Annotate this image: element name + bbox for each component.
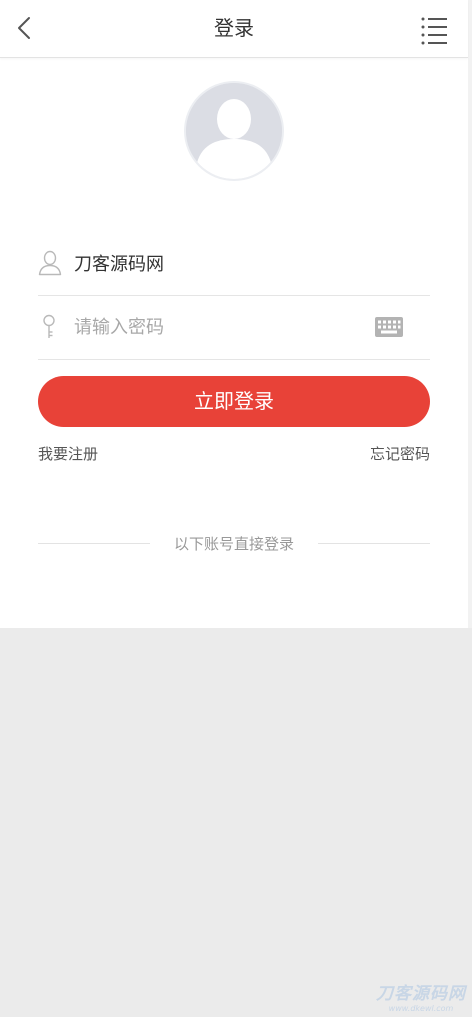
- forgot-password-link[interactable]: 忘记密码: [370, 444, 430, 464]
- login-button[interactable]: 立即登录: [38, 376, 430, 427]
- watermark-main: 刀客源码网: [376, 984, 466, 1004]
- page-title: 登录: [214, 16, 254, 40]
- username-input[interactable]: [74, 247, 374, 279]
- third-party-login-label: 以下账号直接登录: [173, 535, 294, 553]
- right-edge: [468, 0, 472, 628]
- password-field-row: [38, 297, 430, 360]
- divider-line-right: [318, 543, 430, 544]
- key-icon: [38, 314, 62, 340]
- password-input[interactable]: [74, 311, 374, 343]
- header-bar: 登录: [0, 0, 468, 58]
- user-outline-icon: [38, 250, 62, 276]
- avatar[interactable]: [186, 83, 282, 179]
- menu-button[interactable]: [418, 14, 450, 46]
- username-field-row: [38, 233, 430, 296]
- register-link[interactable]: 我要注册: [38, 444, 98, 464]
- user-silhouette-icon: [186, 83, 282, 179]
- watermark: 刀客源码网 www.dkewl.com: [374, 984, 468, 1014]
- keyboard-toggle-button[interactable]: [375, 316, 403, 338]
- chevron-left-icon: [18, 17, 30, 39]
- list-menu-icon: [421, 17, 447, 45]
- back-button[interactable]: [10, 12, 40, 44]
- watermark-sub: www.dkewl.com: [388, 1004, 454, 1013]
- third-party-login-divider: 以下账号直接登录: [38, 532, 430, 556]
- divider-line-left: [38, 543, 150, 544]
- login-page: 登录 刀客源码网 立即登录 我要注册 忘记密码 以下账号直接登录 刀客源码网 w…: [0, 0, 472, 1017]
- keyboard-icon: [375, 317, 403, 337]
